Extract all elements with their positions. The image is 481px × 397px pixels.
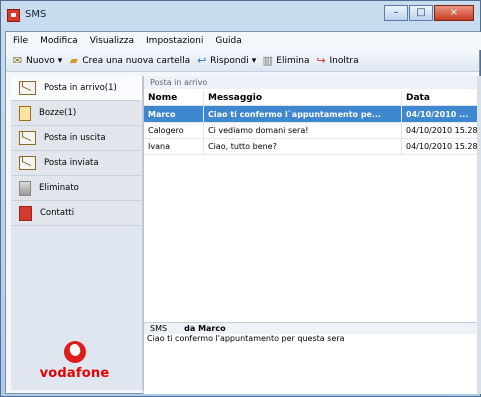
- sidebar-item-label: Posta inviata: [44, 158, 99, 168]
- window-controls: – □ ×: [384, 5, 474, 21]
- create-folder-label: Crea una nuova cartella: [82, 55, 191, 66]
- minimize-button[interactable]: –: [384, 5, 408, 21]
- reply-label: Rispondi: [210, 55, 249, 66]
- folder-title: Posta in arrivo: [144, 76, 481, 89]
- menu-visualizza[interactable]: Visualizza: [90, 36, 134, 46]
- sidebar-item-label: Eliminato: [39, 183, 79, 193]
- menu-file[interactable]: File: [13, 36, 28, 46]
- message-row[interactable]: Ivana Ciao, tutto bene? 04/10/2010 15.28: [144, 138, 481, 155]
- message-preview-body: Ciao ti confermo l'appuntamento per ques…: [147, 334, 345, 343]
- message-row[interactable]: Calogero Ci vediamo domani sera! 04/10/2…: [144, 122, 481, 139]
- client-area: File Modifica Visualizza Impostazioni Gu…: [5, 31, 481, 396]
- draft-icon: [19, 105, 31, 121]
- delete-button[interactable]: ▥ Elimina: [262, 54, 310, 67]
- new-message-icon: ✉: [12, 54, 23, 67]
- sidebar-item-inbox[interactable]: Posta in arrivo(1): [11, 76, 142, 101]
- window-title: SMS: [25, 9, 47, 20]
- menu-bar: File Modifica Visualizza Impostazioni Gu…: [6, 32, 481, 50]
- column-name[interactable]: Nome: [144, 91, 204, 105]
- inbox-icon: [19, 81, 36, 95]
- sent-icon: [19, 156, 36, 170]
- message-preview: Ciao, tutto bene?: [204, 138, 402, 154]
- column-message[interactable]: Messaggio: [204, 91, 402, 105]
- sender-name: Marco: [144, 106, 204, 122]
- contacts-icon: [19, 205, 32, 221]
- reply-icon: ↩: [197, 54, 207, 67]
- maximize-button[interactable]: □: [409, 5, 433, 21]
- sender-name: Ivana: [144, 138, 204, 154]
- sidebar-item-label: Contatti: [40, 208, 75, 218]
- trash-icon: ▥: [262, 54, 273, 67]
- create-folder-button[interactable]: ▰ Crea una nuova cartella: [68, 54, 191, 67]
- forward-icon: ↪: [316, 54, 326, 67]
- toolbar: ✉ Nuovo ▾ ▰ Crea una nuova cartella ↩ Ri…: [6, 50, 479, 72]
- sender-name: Calogero: [144, 122, 204, 138]
- reply-button[interactable]: ↩ Rispondi ▾: [196, 55, 256, 66]
- vodafone-speechmark-icon: [63, 341, 86, 363]
- menu-modifica[interactable]: Modifica: [40, 36, 78, 46]
- message-date: 04/10/2010 ...: [406, 109, 469, 119]
- sms-app-icon: [7, 9, 20, 22]
- chevron-down-icon: ▾: [57, 55, 63, 66]
- message-preview: Ci vediamo domani sera!: [204, 122, 402, 138]
- close-button[interactable]: ×: [434, 5, 474, 21]
- outbox-icon: [19, 131, 36, 145]
- preview-sender: da Marco: [184, 324, 226, 333]
- preview-type: SMS: [150, 324, 168, 333]
- sms-window: SMS – □ × File Modifica Visualizza Impos…: [0, 0, 481, 397]
- new-label: Nuovo: [26, 55, 55, 66]
- vertical-scrollbar[interactable]: [477, 76, 481, 394]
- message-pane: Posta in arrivo Nome Messaggio Data Marc…: [143, 76, 481, 394]
- forward-button[interactable]: ↪ Inoltra: [315, 55, 358, 66]
- preview-header: SMS da Marco: [144, 322, 481, 334]
- title-bar: SMS – □ ×: [1, 1, 480, 31]
- vodafone-logo: vodafone: [37, 341, 112, 396]
- sidebar-item-label: Posta in arrivo(1): [44, 83, 117, 93]
- menu-guida[interactable]: Guida: [215, 36, 241, 46]
- message-row[interactable]: Marco Ciao ti confermo l`appuntamento pe…: [144, 106, 481, 123]
- sidebar-item-drafts[interactable]: Bozze(1): [11, 101, 142, 126]
- message-date: 04/10/2010 15.28: [406, 125, 478, 135]
- forward-label: Inoltra: [329, 55, 359, 66]
- sidebar-item-label: Posta in uscita: [44, 133, 106, 143]
- chevron-down-icon: ▾: [251, 55, 257, 66]
- message-list-header: Nome Messaggio Data: [144, 91, 481, 106]
- brand-name: vodafone: [39, 366, 110, 381]
- new-button[interactable]: ✉ Nuovo ▾: [12, 55, 62, 66]
- sidebar-item-label: Bozze(1): [39, 108, 77, 118]
- message-date: 04/10/2010 15.28: [406, 141, 478, 151]
- menu-impostazioni[interactable]: Impostazioni: [146, 36, 203, 46]
- column-date[interactable]: Data: [402, 91, 481, 105]
- delete-label: Elimina: [276, 55, 310, 66]
- folder-icon: ▰: [69, 54, 79, 67]
- message-preview: Ciao ti confermo l`appuntamento pe...: [204, 106, 402, 122]
- trash-icon: [19, 180, 31, 196]
- sidebar-item-outbox[interactable]: Posta in uscita: [11, 126, 142, 151]
- sidebar-item-sent[interactable]: Posta inviata: [11, 151, 142, 176]
- sidebar-item-contacts[interactable]: Contatti: [11, 201, 142, 226]
- sidebar-item-deleted[interactable]: Eliminato: [11, 176, 142, 201]
